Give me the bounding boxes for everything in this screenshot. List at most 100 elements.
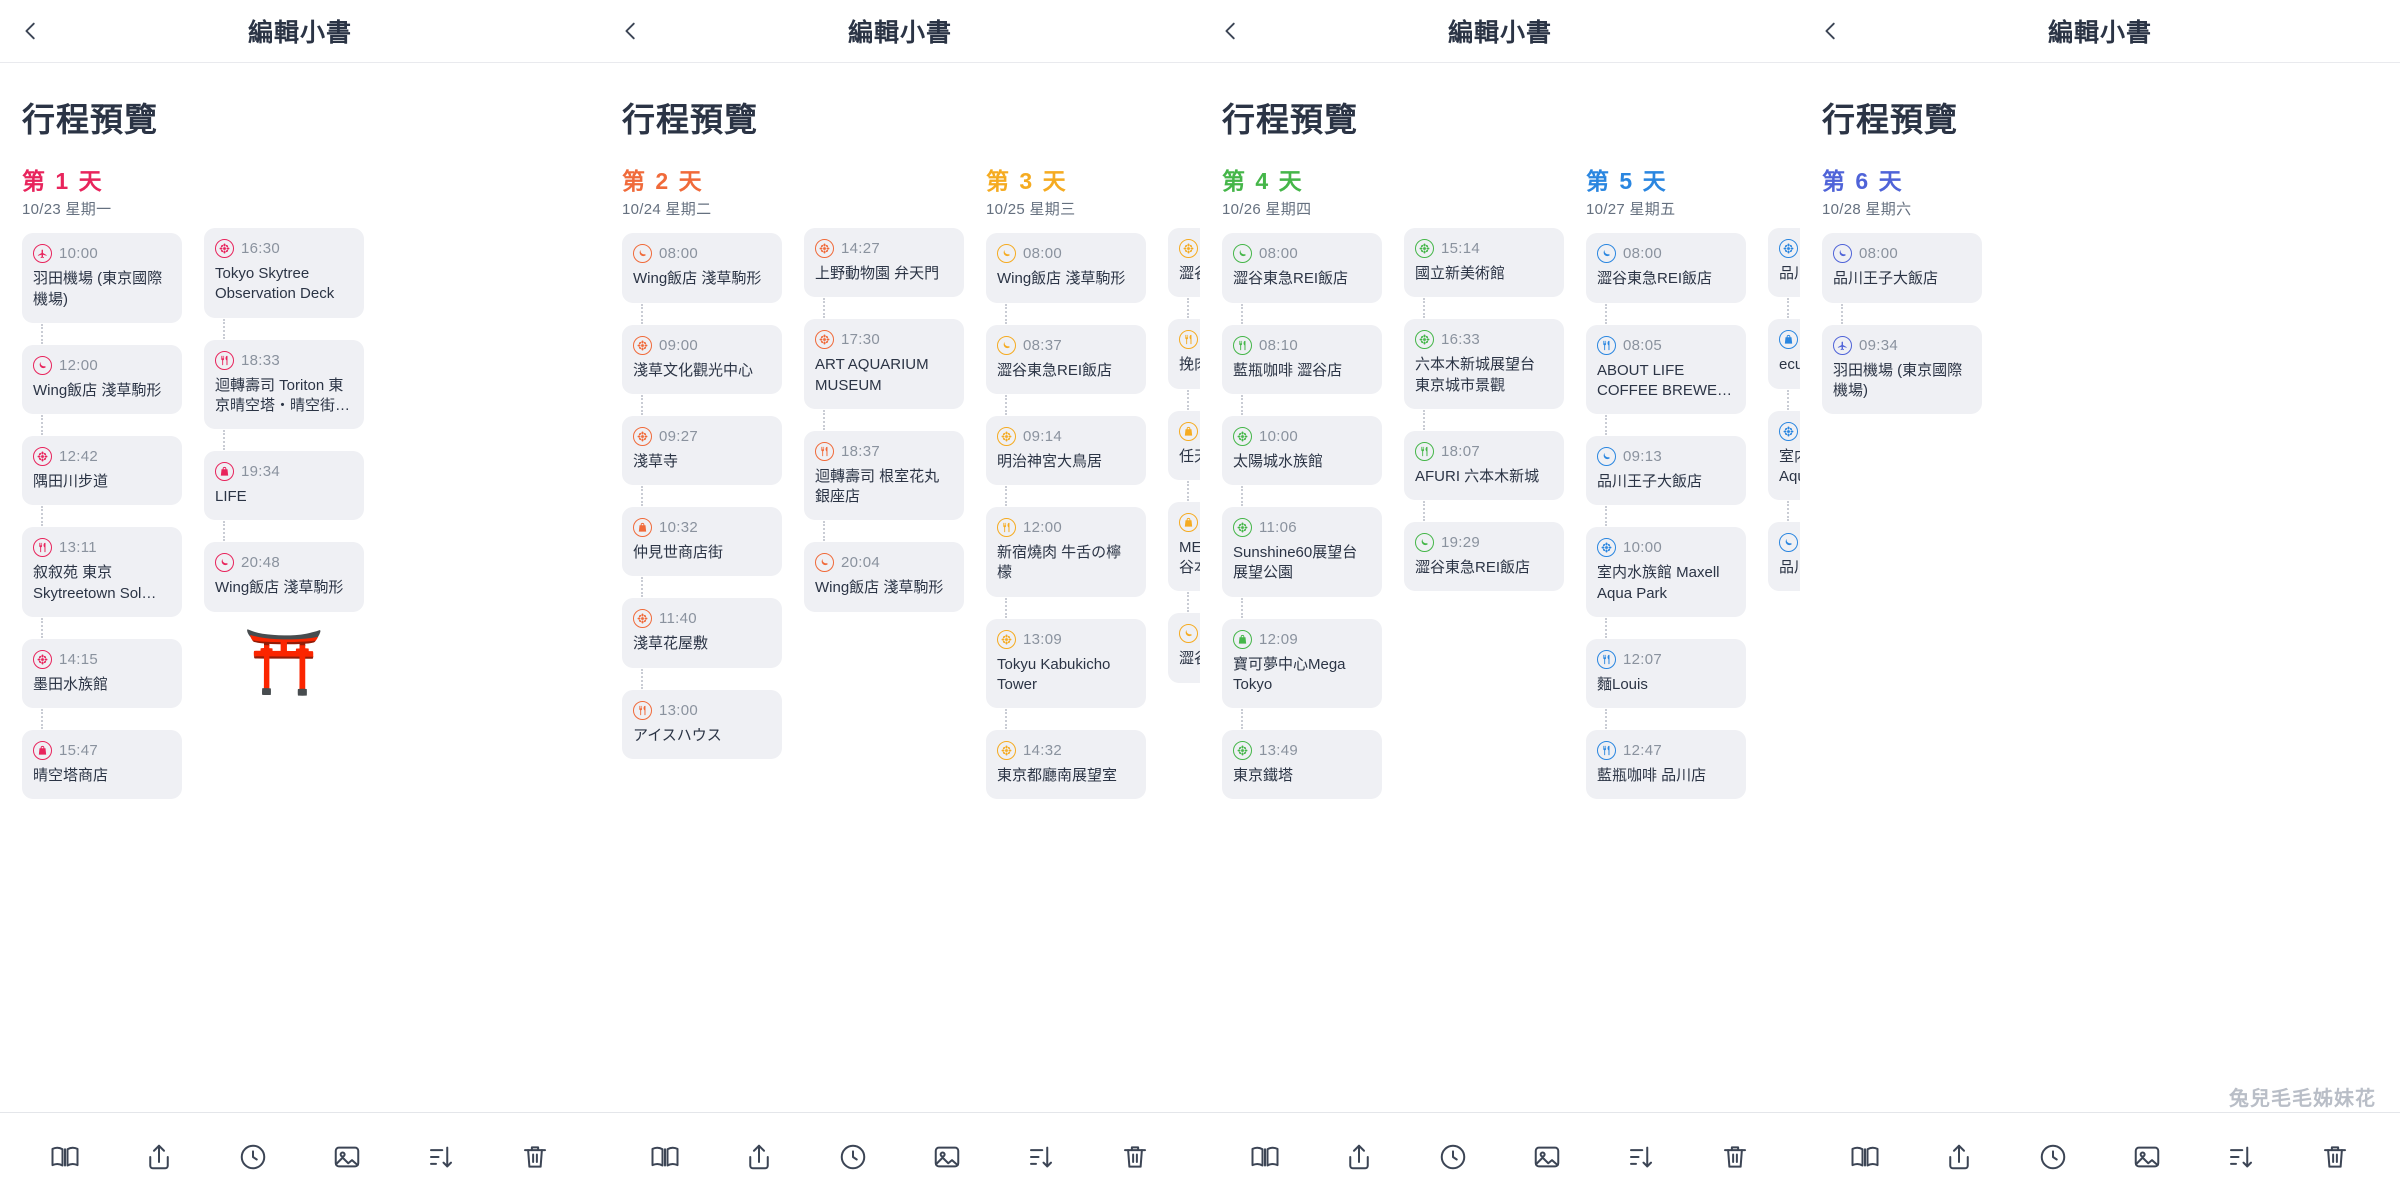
itinerary-card[interactable]: 12:47 藍瓶咖啡 品川店 (1586, 730, 1746, 800)
sort-icon[interactable] (2209, 1125, 2273, 1189)
itinerary-card[interactable]: 09:27 淺草寺 (622, 415, 782, 507)
itinerary-card[interactable]: 08:00 澀谷東急REI飯店 (1222, 233, 1382, 324)
bag-icon (33, 741, 52, 761)
share-icon[interactable] (1927, 1125, 1991, 1189)
itinerary-card[interactable]: 12:07 麵Louis (1586, 638, 1746, 730)
itinerary-card[interactable]: 09:14 明治神宮大鳥居 (986, 415, 1146, 507)
itinerary-card[interactable]: 15:59 ecute 品川 (1768, 319, 1800, 410)
clock-icon[interactable] (221, 1125, 285, 1189)
itinerary-card[interactable]: 16:30 Tokyo Skytree Observation Deck (204, 228, 364, 338)
itinerary-card[interactable]: 18:33 品川王子大飯店 (1768, 522, 1800, 592)
sort-icon[interactable] (409, 1125, 473, 1189)
itinerary-card[interactable]: 08:00 澀谷東急REI飯店 (1586, 233, 1746, 324)
itinerary-card[interactable]: 08:05 ABOUT LIFE COFFEE BREWE… (1586, 324, 1746, 435)
itinerary-card[interactable]: 12:00 新宿燒肉 牛舌の檸檬 (986, 507, 1146, 617)
clock-icon[interactable] (1421, 1125, 1485, 1189)
itinerary-card[interactable]: 08:37 澀谷東急REI飯店 (986, 324, 1146, 416)
itinerary-card[interactable]: 10:00 太陽城水族館 (1222, 415, 1382, 507)
itinerary-card[interactable]: 18:33 迴轉壽司 Toriton 東京晴空塔・晴空街… (204, 339, 364, 450)
photo-icon[interactable] (1515, 1125, 1579, 1189)
flower-icon (1597, 538, 1616, 558)
itinerary-card[interactable]: 16:00 澀谷 SKY (1168, 228, 1200, 319)
itinerary-card[interactable]: 10:00 室内水族館 Maxell Aqua Park (1586, 527, 1746, 638)
card-title: 麵Louis (1597, 675, 1648, 693)
sort-icon[interactable] (1009, 1125, 1073, 1189)
itinerary-card[interactable]: 13:00 アイスハウス (622, 689, 782, 759)
photo-icon[interactable] (2115, 1125, 2179, 1189)
clock-icon[interactable] (821, 1125, 885, 1189)
back-button[interactable] (0, 0, 62, 62)
sort-icon[interactable] (1609, 1125, 1673, 1189)
moon-icon (815, 553, 834, 573)
itinerary-card[interactable]: 17:30 ART AQUARIUM MUSEUM (804, 319, 964, 430)
itinerary-card[interactable]: 14:15 墨田水族館 (22, 638, 182, 730)
itinerary-card[interactable]: 17:30 室内水族館 Maxell Aqua Park (1768, 410, 1800, 521)
itinerary-card[interactable]: 16:33 六本木新城展望台 東京城市景觀 (1404, 319, 1564, 430)
itinerary-card[interactable]: 12:09 寶可夢中心Mega Tokyo (1222, 618, 1382, 729)
itinerary-card[interactable]: 13:09 Tokyu Kabukicho Tower (986, 618, 1146, 729)
day-header-spacer (1168, 169, 1200, 228)
trash-icon[interactable] (2303, 1125, 2367, 1189)
itinerary-card[interactable]: 14:27 上野動物園 弁天門 (804, 228, 964, 319)
itinerary-card[interactable]: 09:00 淺草文化觀光中心 (622, 324, 782, 416)
book-icon[interactable] (1233, 1125, 1297, 1189)
clock-icon[interactable] (2021, 1125, 2085, 1189)
itinerary-card[interactable]: 12:42 隅田川步道 (22, 436, 182, 527)
flower-icon (1415, 330, 1434, 350)
itinerary-card[interactable]: 15:14 國立新美術館 (1404, 228, 1564, 319)
itinerary-card[interactable]: 11:06 Sunshine60展望台展望公園 (1222, 507, 1382, 617)
card-header: 10:00 (33, 244, 171, 264)
card-header: 08:00 (1833, 244, 1971, 264)
itinerary-card[interactable]: 09:13 品川王子大飯店 (1586, 436, 1746, 527)
card-time: 08:37 (1023, 336, 1063, 354)
itinerary-card[interactable]: 19:29 澀谷東急REI飯店 (1404, 522, 1564, 592)
card-header: 13:11 (33, 538, 171, 558)
itinerary-card[interactable]: 20:04 Wing飯店 淺草駒形 (804, 542, 964, 612)
itinerary-card[interactable]: 12:00 Wing飯店 淺草駒形 (22, 344, 182, 436)
itinerary-card[interactable]: 08:00 品川王子大飯店 (1822, 233, 1982, 324)
itinerary-card[interactable]: 13:38 品川水族館 (1768, 228, 1800, 319)
share-icon[interactable] (127, 1125, 191, 1189)
itinerary-card[interactable]: 19:06 任天堂 東京旗艦店 (1168, 410, 1200, 502)
share-icon[interactable] (1327, 1125, 1391, 1189)
itinerary-card[interactable]: 18:37 迴轉壽司 根室花丸 銀座店 (804, 430, 964, 541)
photo-icon[interactable] (315, 1125, 379, 1189)
itinerary-card[interactable]: 18:00 挽肉與米 澀谷店 (1168, 319, 1200, 410)
itinerary-card[interactable]: 14:32 東京都廳南展望室 (986, 730, 1146, 800)
photo-icon[interactable] (915, 1125, 979, 1189)
itinerary-card[interactable]: 09:34 羽田機場 (東京國際機場) (1822, 324, 1982, 415)
card-time: 19:29 (1441, 534, 1481, 551)
itinerary-card[interactable]: 15:47 晴空塔商店 (22, 730, 182, 800)
moon-icon (1779, 533, 1798, 552)
day-column: 14:27 上野動物園 弁天門 17:30 ART AQUARIUM MUSEUM 18… (804, 169, 964, 612)
itinerary-card[interactable]: 18:07 AFURI 六本木新城 (1404, 430, 1564, 522)
itinerary-card[interactable]: 21:20 澀谷東急REI飯店 (1168, 613, 1200, 683)
book-icon[interactable] (1833, 1125, 1897, 1189)
itinerary-card[interactable]: 08:10 藍瓶咖啡 澀谷店 (1222, 324, 1382, 416)
itinerary-card[interactable]: 10:00 羽田機場 (東京國際機場) (22, 233, 182, 344)
itinerary-card[interactable]: 11:40 淺草花屋敷 (622, 598, 782, 689)
itinerary-card[interactable]: 20:11 MEGA唐吉訶德 澀谷本店 (1168, 501, 1200, 612)
itinerary-card[interactable]: 13:11 叙叙苑 東京 Skytreetown Sol… (22, 527, 182, 638)
trash-icon[interactable] (1703, 1125, 1767, 1189)
book-icon[interactable] (33, 1125, 97, 1189)
book-icon[interactable] (633, 1125, 697, 1189)
itinerary-card[interactable]: 13:49 東京鐵塔 (1222, 730, 1382, 800)
back-button[interactable] (1200, 0, 1262, 62)
back-button[interactable] (1800, 0, 1862, 62)
itinerary-card[interactable]: 20:48 Wing飯店 淺草駒形 (204, 542, 364, 612)
card-header: 11:40 (633, 609, 771, 629)
back-button[interactable] (600, 0, 662, 62)
card-header: 19:34 (215, 462, 353, 481)
itinerary-card[interactable]: 08:00 Wing飯店 淺草駒形 (622, 233, 782, 324)
itinerary-card[interactable]: 19:34 LIFE (204, 451, 364, 542)
itinerary-card[interactable]: 08:00 Wing飯店 淺草駒形 (986, 233, 1146, 324)
itinerary-card[interactable]: 10:32 仲見世商店街 (622, 507, 782, 598)
trash-icon[interactable] (1103, 1125, 1167, 1189)
trash-icon[interactable] (503, 1125, 567, 1189)
card-title: Tokyu Kabukicho Tower (997, 655, 1111, 693)
card-title: 澀谷東急REI飯店 (997, 361, 1113, 379)
day-date: 10/28 星期六 (1822, 201, 1912, 219)
day-column: 13:38 品川水族館 15:59 ecute 品川 17:30 室内水族館 Maxell… (1768, 169, 1800, 592)
share-icon[interactable] (727, 1125, 791, 1189)
